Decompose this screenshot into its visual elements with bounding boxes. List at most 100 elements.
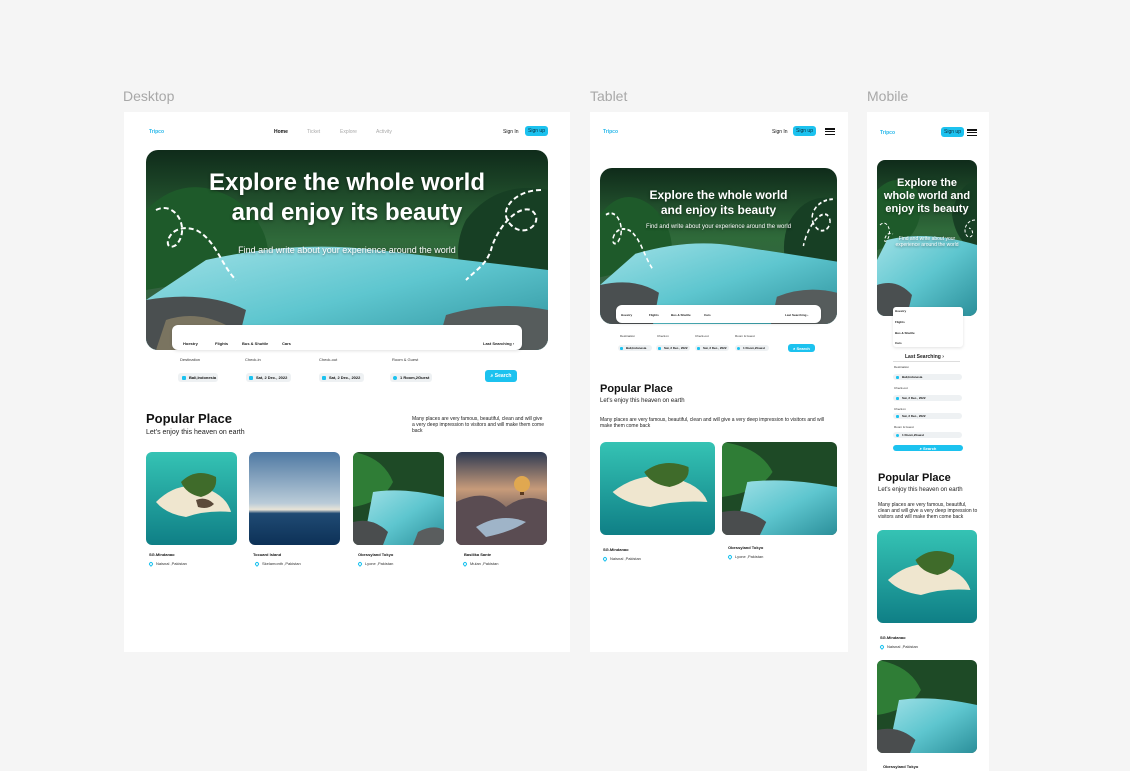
tab-hoestry[interactable]: Hoestry <box>895 309 906 313</box>
place-image[interactable] <box>877 660 977 753</box>
tab-flights[interactable]: Flights <box>895 320 905 324</box>
place-location-text: Lyone ,Pakistan <box>735 554 764 559</box>
nav-activity[interactable]: Activity <box>376 129 392 135</box>
signin-link[interactable]: Sign In <box>772 129 788 135</box>
tab-flights[interactable]: Flights <box>649 313 659 317</box>
calendar-icon <box>896 414 899 418</box>
user-icon <box>896 433 899 437</box>
tab-flights[interactable]: Flights <box>215 341 228 346</box>
destination-field[interactable]: Bali,Indonesia <box>618 345 652 351</box>
checkout-field[interactable]: Sat, 2 Dec., 2022 <box>695 345 729 351</box>
location-pin-icon <box>727 553 733 560</box>
location-icon <box>182 375 186 380</box>
location-pin-icon <box>462 560 468 567</box>
place-image[interactable] <box>600 442 715 535</box>
search-tabs-card: Hoestry Flights Bus & Shuttle Cars Last … <box>616 305 821 323</box>
nav-ticket[interactable]: Ticket <box>307 129 320 135</box>
hero-subtitle: Find and write about your experience aro… <box>645 224 792 230</box>
popular-title: Popular Place <box>600 383 673 395</box>
nav-home[interactable]: Home <box>274 129 288 135</box>
place-name: Tocuard Island <box>253 552 282 557</box>
signup-button[interactable]: Sign up <box>525 126 548 136</box>
checkin-value: Sat, 2 Dec., 2022 <box>902 396 926 400</box>
brand-logo[interactable]: Tripco <box>880 130 895 136</box>
tab-hoestry[interactable]: Hoestry <box>621 313 632 317</box>
place-location: Naisnal ,Pakistan <box>602 555 641 562</box>
user-icon <box>393 375 397 380</box>
location-pin-icon <box>254 560 260 567</box>
popular-description: Many places are very famous, beautiful, … <box>878 502 978 520</box>
destination-value: Bali,Indonesia <box>902 375 923 379</box>
tab-cars[interactable]: Cars <box>704 313 711 317</box>
ocean-image <box>249 452 340 545</box>
nav-explore[interactable]: Explore <box>340 129 357 135</box>
desktop-frame: Tripco Home Ticket Explore Activity Sign… <box>124 112 570 652</box>
tab-bus-shuttle[interactable]: Bus & Shuttle <box>895 331 915 335</box>
river-image <box>353 452 444 545</box>
signup-button[interactable]: Sign up <box>793 126 816 136</box>
search-button[interactable]: ⌕ Search <box>788 344 815 352</box>
checkin-label: Check-in <box>245 357 261 362</box>
room-field[interactable]: 1 Room,2Guest <box>390 373 432 382</box>
checkin-value: Sat, 2 Dec., 2022 <box>664 346 688 350</box>
tab-hoestry[interactable]: Hoestry <box>183 341 198 346</box>
user-icon <box>737 346 740 350</box>
place-image[interactable] <box>146 452 237 545</box>
divider <box>893 361 960 362</box>
room-field[interactable]: 1 Room,2Guest <box>735 345 769 351</box>
location-pin-icon <box>148 560 154 567</box>
search-button[interactable]: ⌕ Search <box>485 370 517 382</box>
place-image[interactable] <box>456 452 547 545</box>
search-button[interactable]: ⌕ Search <box>893 445 963 451</box>
last-searching-link[interactable]: Last Searching › <box>483 341 514 346</box>
hero-title: Explore the whole world and enjoy its be… <box>883 177 971 216</box>
brand-logo[interactable]: Tripco <box>603 129 618 135</box>
checkin-value: Sat, 2 Dec., 2022 <box>256 375 288 380</box>
search-button-label: Search <box>923 445 937 451</box>
place-image[interactable] <box>353 452 444 545</box>
last-searching-link[interactable]: Last Searching › <box>905 354 944 360</box>
place-image[interactable] <box>877 530 977 623</box>
tab-cars[interactable]: Cars <box>895 341 902 345</box>
place-name: Obessyland Tokyo <box>358 552 394 557</box>
checkin-label: Check-in <box>657 334 669 338</box>
location-icon <box>896 375 899 379</box>
brand-logo[interactable]: Tripco <box>149 129 164 135</box>
checkout-field[interactable]: Sat, 2 Dec., 2022 <box>893 413 962 419</box>
place-image[interactable] <box>722 442 837 535</box>
destination-field[interactable]: Bali,Indonesia <box>893 374 962 380</box>
place-location-text: Lyone ,Pakistan <box>365 561 394 566</box>
chevron-right-icon: › <box>512 341 515 346</box>
tab-bus-shuttle[interactable]: Bus & Shuttle <box>242 341 268 346</box>
hero-subtitle: Find and write about your experience aro… <box>238 245 456 255</box>
place-location-text: Naisnal ,Pakistan <box>610 556 641 561</box>
last-searching-link[interactable]: Last Searching › <box>785 313 808 317</box>
place-name: Basilika Sante <box>464 552 492 557</box>
last-searching-label: Last Searching <box>905 354 941 360</box>
tab-cars[interactable]: Cars <box>282 341 291 346</box>
search-icon: ⌕ <box>919 445 922 451</box>
place-image[interactable] <box>249 452 340 545</box>
signin-link[interactable]: Sign In <box>503 129 519 135</box>
menu-icon[interactable] <box>967 129 977 136</box>
calendar-icon <box>896 396 899 400</box>
place-location-text: Mulan ,Pakistan <box>470 561 499 566</box>
tab-bus-shuttle[interactable]: Bus & Shuttle <box>671 313 691 317</box>
destination-value: Bali,Indonesia <box>189 375 217 380</box>
room-field[interactable]: 1 Room,2Guest <box>893 432 962 438</box>
checkout-field[interactable]: Sat, 2 Dec., 2022 <box>319 373 364 382</box>
search-icon: ⌕ <box>793 345 796 351</box>
hero-subtitle: Find and write about your experience aro… <box>895 236 959 248</box>
tablet-frame: Tripco Sign In Sign up Explore the whole… <box>590 112 848 652</box>
signup-button[interactable]: Sign up <box>941 127 964 137</box>
checkout-value: Sat, 2 Dec., 2022 <box>902 414 926 418</box>
hero-title-line2: and enjoy its beauty <box>660 203 777 217</box>
calendar-icon <box>322 375 326 380</box>
checkin-field[interactable]: Sat, 2 Dec., 2022 <box>893 395 962 401</box>
place-location: Naisnal ,Pakistan <box>148 560 187 567</box>
checkin-field[interactable]: Sat, 2 Dec., 2022 <box>656 345 690 351</box>
checkin-field[interactable]: Sat, 2 Dec., 2022 <box>246 373 291 382</box>
menu-icon[interactable] <box>825 128 835 135</box>
tablet-label: Tablet <box>590 88 628 104</box>
destination-field[interactable]: Bali,Indonesia <box>178 373 218 382</box>
